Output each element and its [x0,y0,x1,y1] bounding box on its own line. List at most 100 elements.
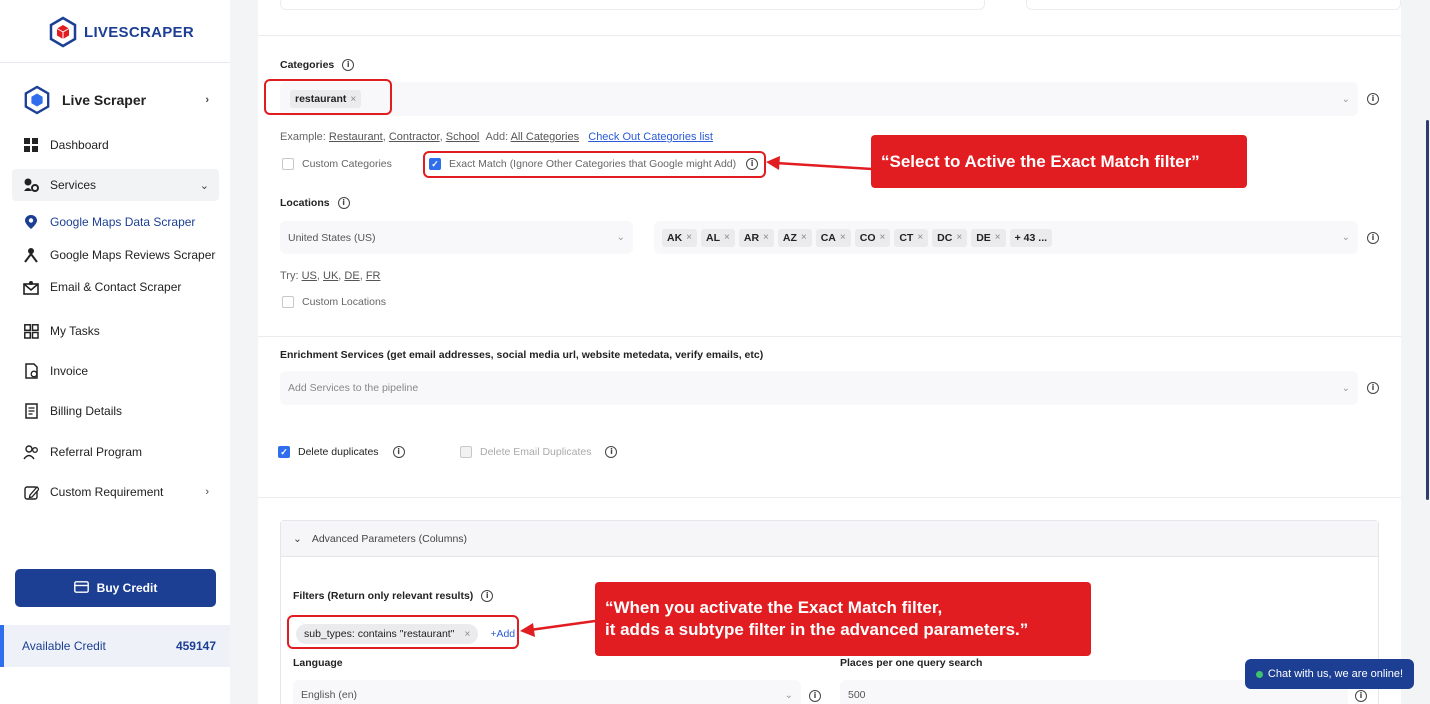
sidebar-item-services[interactable]: Services ⌄ [12,169,219,201]
info-icon[interactable]: i [337,197,350,209]
info-icon[interactable]: i [1367,232,1379,244]
edit-icon [22,483,40,501]
chip-remove-icon[interactable]: × [763,232,769,243]
country-select[interactable]: United States (US) ⌄ [280,221,633,254]
section-divider [258,497,1401,498]
checkmark-icon[interactable]: ✓ [278,446,290,458]
info-icon[interactable]: i [1367,93,1379,105]
example-link[interactable]: School [446,131,480,143]
more-states-chip[interactable]: + 43 ... [1009,228,1053,247]
scrollbar-thumb[interactable] [1426,120,1429,500]
chevron-down-icon[interactable]: ⌄ [785,690,793,701]
example-link[interactable]: Contractor [389,131,440,143]
checkbox-box[interactable] [282,296,294,308]
custom-categories-checkbox[interactable]: Custom Categories [282,158,392,170]
map-pin-icon [22,213,40,231]
state-chip-label: AZ [782,231,797,244]
chat-widget-button[interactable]: Chat with us, we are online! [1245,659,1414,689]
try-link[interactable]: FR [366,270,381,282]
sidebar-item-referral-program[interactable]: Referral Program [12,436,219,468]
brand-logo[interactable]: LIVESCRAPER [48,16,194,48]
custom-categories-label: Custom Categories [302,158,392,170]
try-link[interactable]: DE [344,270,359,282]
top-field-left[interactable] [280,0,985,10]
checkbox-box[interactable] [460,446,472,458]
mail-icon [22,278,40,296]
example-prefix: Example: [280,131,326,143]
top-field-right[interactable] [1026,0,1401,10]
sidebar-item-billing-details[interactable]: Billing Details [12,395,219,427]
location-suggestions: Try: US, UK, DE, FR [280,270,381,282]
try-link[interactable]: UK [323,270,338,282]
grid-icon [22,136,40,154]
chip-remove-icon[interactable]: × [724,232,730,243]
chevron-down-icon[interactable]: ⌄ [1342,232,1350,243]
chip-remove-icon[interactable]: × [995,232,1001,243]
available-credit-label: Available Credit [22,639,106,653]
check-categories-link[interactable]: Check Out Categories list [588,131,713,143]
sidebar-item-google-maps-reviews-scraper[interactable]: Google Maps Reviews Scraper [12,239,219,271]
states-select[interactable]: AK × AL × AR × AZ × CA × CO × CT × DC × DE × + 43… [654,221,1358,254]
section-divider [258,35,1401,36]
custom-locations-label: Custom Locations [302,296,387,308]
sidebar-item-dashboard[interactable]: Dashboard [12,129,219,161]
sidebar-item-custom-requirement[interactable]: Custom Requirement › [12,476,219,508]
chevron-down-icon[interactable]: ⌄ [1342,383,1350,394]
info-icon[interactable]: i [1367,382,1379,394]
custom-locations-checkbox[interactable]: Custom Locations [282,296,386,308]
info-icon[interactable]: i [392,446,405,458]
state-chip-label: AK [667,231,683,244]
online-status-dot [1255,670,1263,678]
info-icon[interactable]: i [809,690,821,702]
chevron-down-icon[interactable]: ⌄ [1342,94,1350,105]
chip-remove-icon[interactable]: × [879,232,885,243]
sidebar-header-live-scraper[interactable]: Live Scraper › [12,84,219,116]
delete-duplicates-checkbox[interactable]: ✓ Delete duplicates i [278,446,405,458]
try-link[interactable]: US [302,270,317,282]
categories-select[interactable]: restaurant × ⌄ [280,82,1358,116]
reviews-icon [22,246,40,264]
state-chip: CT × [894,228,929,247]
filters-label: Filters (Return only relevant results) [293,590,474,602]
enrichment-select[interactable]: Add Services to the pipeline ⌄ [280,371,1358,405]
highlight-category-chip [264,79,392,115]
referral-icon [22,443,40,461]
chip-remove-icon[interactable]: × [840,232,846,243]
state-chip-label: AL [706,231,721,244]
checkbox-box[interactable] [282,158,294,170]
state-chip: AL × [701,228,735,247]
language-select[interactable]: English (en) ⌄ [293,680,801,704]
section-divider [258,336,1401,337]
chevron-down-icon[interactable]: ⌄ [617,232,625,243]
add-all-categories-link[interactable]: All Categories [511,131,579,143]
chip-remove-icon[interactable]: × [801,232,807,243]
sidebar-item-my-tasks[interactable]: My Tasks [12,315,219,347]
chevron-down-icon: ⌄ [293,532,302,545]
available-credit-bar: Available Credit 459147 [0,625,230,667]
buy-credit-label: Buy Credit [96,581,158,595]
info-icon[interactable]: i [481,590,494,602]
chip-remove-icon[interactable]: × [686,232,692,243]
state-chip-label: CT [899,231,914,244]
advanced-parameters-header[interactable]: ⌄ Advanced Parameters (Columns) [281,521,1378,557]
state-chip: CO × [854,228,891,247]
sidebar-item-google-maps-data-scraper[interactable]: Google Maps Data Scraper [12,206,219,238]
sidebar-item-email-contact-scraper[interactable]: Email & Contact Scraper [12,271,219,303]
info-icon[interactable]: i [342,59,355,71]
info-icon[interactable]: i [605,446,618,458]
language-heading: Language [293,657,343,669]
delete-email-duplicates-checkbox[interactable]: Delete Email Duplicates i [460,446,618,458]
category-examples: Example: Restaurant, Contractor, School … [280,131,713,143]
sidebar-item-invoice[interactable]: Invoice [12,355,219,387]
locations-label: Locations [280,197,330,209]
chevron-right-icon: › [205,94,209,106]
example-link[interactable]: Restaurant [329,131,383,143]
chip-remove-icon[interactable]: × [917,232,923,243]
tasks-icon [22,322,40,340]
buy-credit-button[interactable]: Buy Credit [15,569,216,607]
sidebar-item-label: Services [50,178,97,192]
chip-remove-icon[interactable]: × [956,232,962,243]
state-chip: AZ × [777,228,812,247]
info-icon[interactable]: i [1355,690,1367,702]
chevron-right-icon: › [205,486,209,498]
